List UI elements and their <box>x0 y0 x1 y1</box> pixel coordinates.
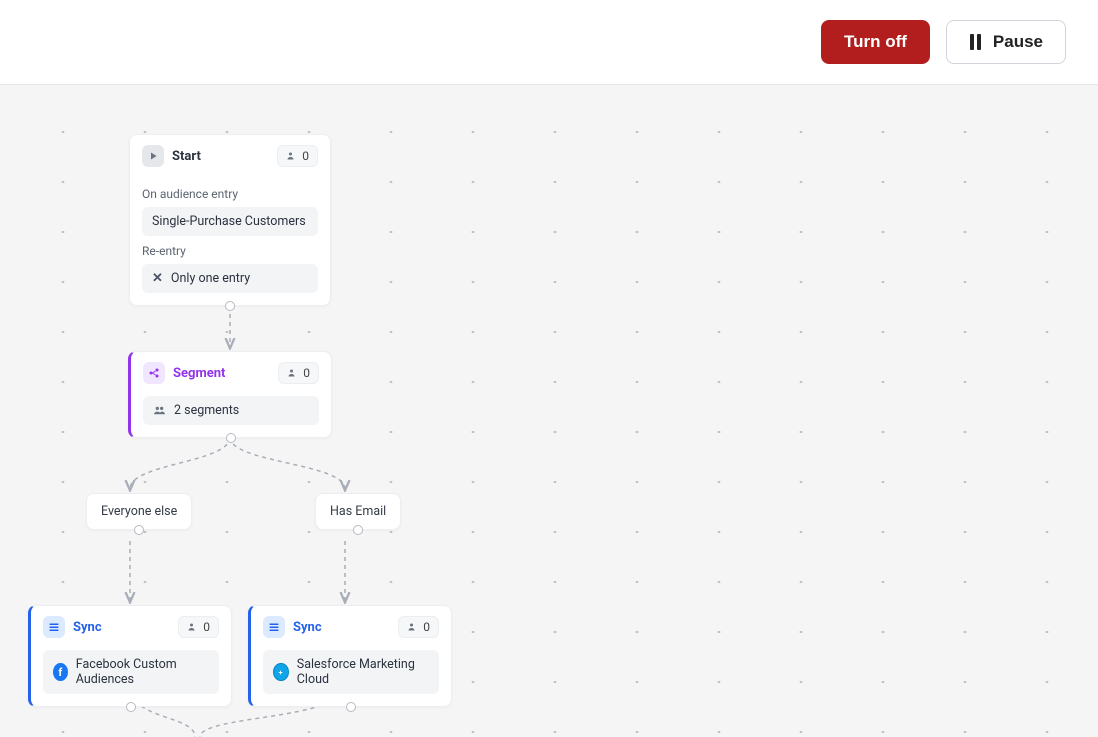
start-node-count-value: 0 <box>302 149 309 163</box>
branch-has-email-label: Has Email <box>330 504 386 519</box>
start-audience-pill[interactable]: Single-Purchase Customers <box>142 207 318 236</box>
users-icon <box>187 621 199 633</box>
branch-everyone-else[interactable]: Everyone else <box>86 493 192 530</box>
sync-salesforce-node[interactable]: Sync 0 Salesforce Marketing Cloud <box>248 605 452 707</box>
sync-right-target-pill[interactable]: Salesforce Marketing Cloud <box>263 650 439 694</box>
sync-left-count-value: 0 <box>203 620 210 634</box>
facebook-icon: f <box>53 663 68 681</box>
users-icon <box>153 404 166 417</box>
users-icon <box>286 150 298 162</box>
segment-node-count: 0 <box>278 362 319 384</box>
start-node-output-port[interactable] <box>225 301 235 311</box>
salesforce-icon <box>273 663 289 681</box>
branch-right-output-port[interactable] <box>353 525 363 535</box>
sync-right-output-port[interactable] <box>346 702 356 712</box>
users-icon <box>407 621 419 633</box>
sync-left-target-pill[interactable]: f Facebook Custom Audiences <box>43 650 219 694</box>
sync-icon <box>263 616 285 638</box>
branch-left-output-port[interactable] <box>134 525 144 535</box>
sync-right-count-value: 0 <box>423 620 430 634</box>
branch-has-email[interactable]: Has Email <box>315 493 401 530</box>
start-reentry-label: Re-entry <box>142 244 318 258</box>
start-reentry-value: Only one entry <box>171 271 250 286</box>
sync-facebook-node[interactable]: Sync 0 f Facebook Custom Audiences <box>28 605 232 707</box>
journey-canvas[interactable]: Start 0 On audience entry Single-Purchas… <box>0 85 1098 737</box>
pause-button-label: Pause <box>993 32 1043 52</box>
sync-left-output-port[interactable] <box>126 702 136 712</box>
segment-summary-pill[interactable]: 2 segments <box>143 396 319 425</box>
start-reentry-pill[interactable]: ✕ Only one entry <box>142 264 318 293</box>
sync-left-count: 0 <box>178 616 219 638</box>
sync-left-title: Sync <box>73 620 102 635</box>
start-audience-value: Single-Purchase Customers <box>152 214 306 229</box>
start-node[interactable]: Start 0 On audience entry Single-Purchas… <box>129 134 331 306</box>
segment-node[interactable]: Segment 0 2 segments <box>128 351 332 438</box>
turn-off-button[interactable]: Turn off <box>821 20 930 64</box>
pause-button[interactable]: Pause <box>946 20 1066 64</box>
start-node-title: Start <box>172 149 201 164</box>
start-node-count: 0 <box>277 145 318 167</box>
split-icon <box>143 362 165 384</box>
segment-node-count-value: 0 <box>303 366 310 380</box>
close-icon: ✕ <box>152 271 163 286</box>
sync-right-count: 0 <box>398 616 439 638</box>
pause-icon <box>969 34 983 51</box>
sync-left-target-value: Facebook Custom Audiences <box>76 657 209 687</box>
branch-everyone-else-label: Everyone else <box>101 504 177 519</box>
sync-icon <box>43 616 65 638</box>
sync-right-title: Sync <box>293 620 322 635</box>
segment-node-title: Segment <box>173 366 225 381</box>
start-audience-label: On audience entry <box>142 187 318 201</box>
play-icon <box>142 145 164 167</box>
segment-summary-value: 2 segments <box>174 403 239 418</box>
header: Turn off Pause <box>0 0 1098 85</box>
users-icon <box>287 367 299 379</box>
segment-node-output-port[interactable] <box>226 433 236 443</box>
sync-right-target-value: Salesforce Marketing Cloud <box>297 657 429 687</box>
